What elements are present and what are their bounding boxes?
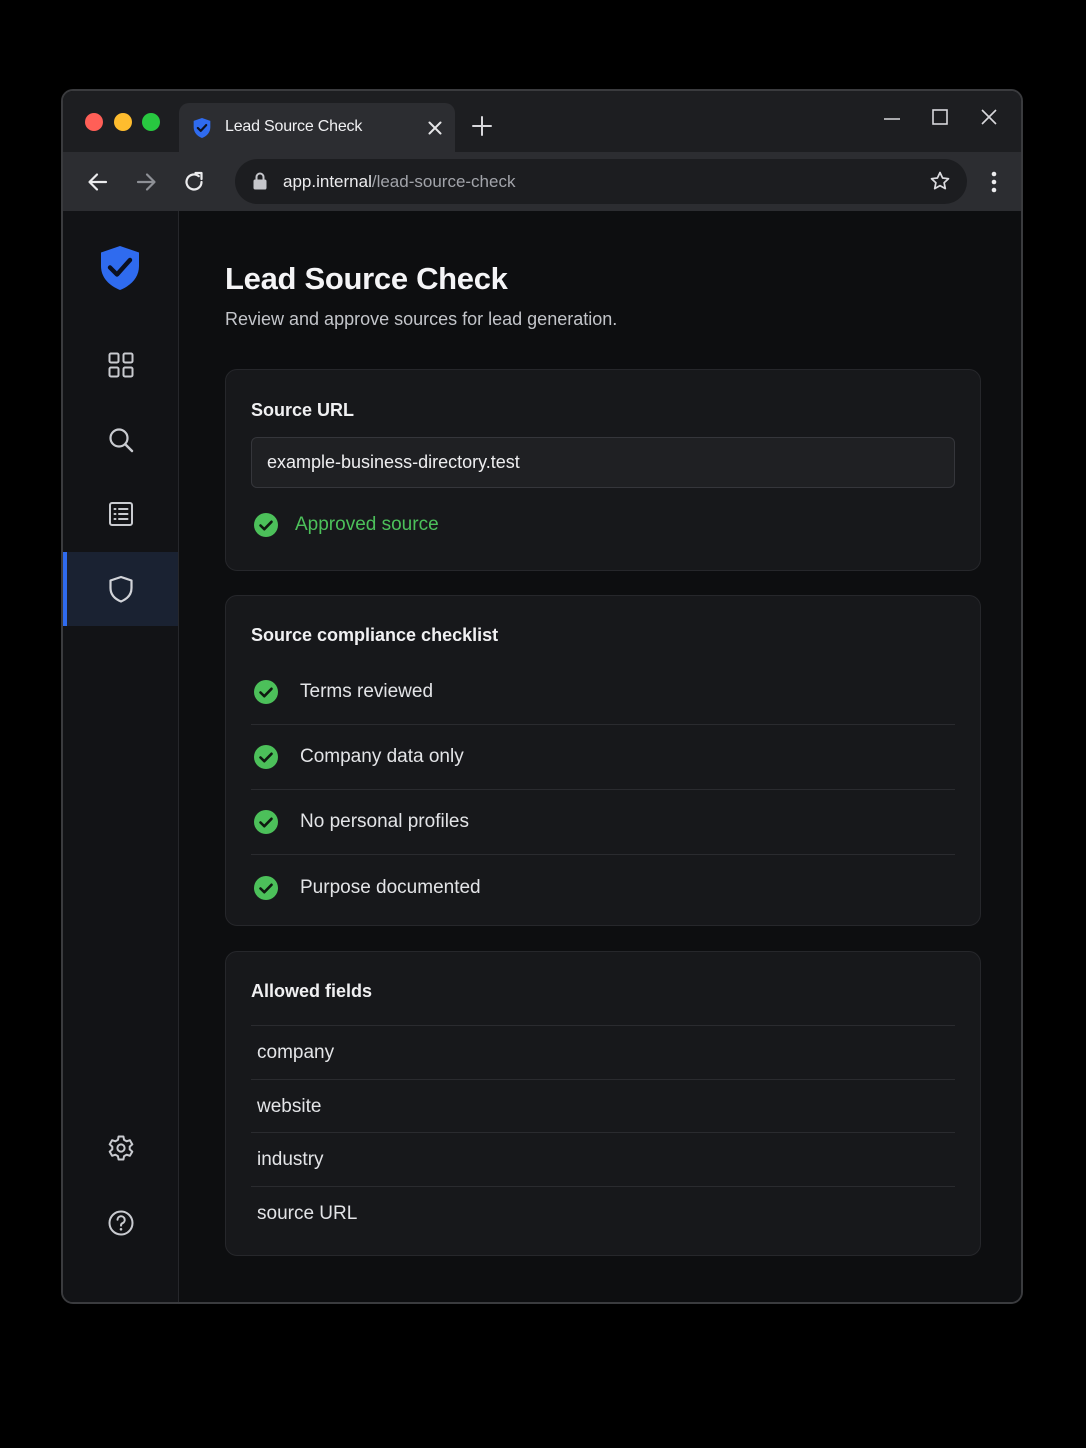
sidebar [63, 211, 179, 1302]
page-title: Lead Source Check [225, 261, 508, 296]
checklist-item[interactable]: Purpose documented [251, 855, 955, 920]
check-circle-icon [254, 680, 278, 704]
dashboard-grid-icon [108, 352, 133, 378]
maximize-icon[interactable] [930, 107, 950, 127]
tab-strip: Lead Source Check [63, 91, 1021, 153]
shield-check-favicon-icon [193, 118, 211, 138]
close-window-icon[interactable] [979, 107, 999, 127]
list-icon [108, 502, 133, 526]
help-icon [108, 1210, 133, 1236]
tab-title: Lead Source Check [225, 118, 363, 135]
check-circle-icon [254, 875, 278, 900]
approval-status: Approved source [253, 512, 439, 538]
checklist-item-label: Purpose documented [300, 876, 481, 898]
forward-arrow-icon[interactable] [133, 169, 159, 195]
sidebar-item-compliance[interactable] [63, 552, 178, 626]
allowed-fields-card: Allowed fields company website industry … [225, 951, 981, 1256]
sidebar-item-search[interactable] [63, 403, 178, 477]
page-subtitle: Review and approve sources for lead gene… [225, 309, 618, 329]
checklist-title: Source compliance checklist [251, 625, 499, 645]
checklist-item[interactable]: No personal profiles [251, 790, 955, 855]
source-url-title: Source URL [251, 400, 355, 420]
close-tab-icon[interactable] [425, 118, 445, 138]
url-host: app.internal [283, 172, 372, 191]
allowed-field-item: website [251, 1079, 955, 1133]
browser-window: Lead Source Check app.internal/lead-sour… [61, 89, 1023, 1304]
source-url-input[interactable]: example-business-directory.test [251, 437, 955, 488]
sidebar-item-dashboard[interactable] [63, 328, 178, 402]
sidebar-item-list[interactable] [63, 477, 178, 551]
checklist-item[interactable]: Terms reviewed [251, 660, 955, 725]
url-text: app.internal/lead-source-check [283, 172, 515, 192]
lock-icon [253, 172, 267, 190]
checklist-item[interactable]: Company data only [251, 725, 955, 790]
main-content: Lead Source Check Review and approve sou… [180, 211, 1021, 1302]
search-icon [108, 428, 133, 453]
source-url-card: Source URL example-business-directory.te… [225, 369, 981, 571]
approval-status-text: Approved source [295, 514, 439, 535]
more-menu-icon[interactable] [981, 169, 1007, 195]
gear-icon [108, 1135, 133, 1161]
allowed-field-item: source URL [251, 1186, 955, 1240]
shield-check-logo-icon [101, 246, 139, 290]
address-bar[interactable]: app.internal/lead-source-check [235, 159, 967, 204]
reload-icon[interactable] [181, 169, 207, 195]
sidebar-item-help[interactable] [63, 1186, 178, 1260]
minimize-window-dot[interactable] [114, 113, 132, 131]
zoom-window-dot[interactable] [142, 113, 160, 131]
back-arrow-icon[interactable] [85, 169, 111, 195]
allowed-field-item: industry [251, 1132, 955, 1186]
browser-tab[interactable]: Lead Source Check [179, 103, 455, 153]
compliance-checklist-card: Source compliance checklist Terms review… [225, 595, 981, 926]
shield-icon [108, 575, 133, 603]
minimize-icon[interactable] [882, 107, 902, 127]
new-tab-icon[interactable] [471, 115, 493, 137]
bookmark-star-icon[interactable] [929, 170, 951, 192]
sidebar-item-settings[interactable] [63, 1111, 178, 1185]
checklist-item-label: Company data only [300, 746, 464, 767]
check-circle-icon [254, 810, 278, 834]
close-window-dot[interactable] [85, 113, 103, 131]
allowed-field-item: company [251, 1025, 955, 1079]
browser-toolbar: app.internal/lead-source-check [63, 152, 1021, 211]
checklist-item-label: No personal profiles [300, 811, 469, 832]
allowed-fields-title: Allowed fields [251, 981, 373, 1001]
check-circle-icon [254, 745, 278, 769]
url-path: /lead-source-check [371, 172, 516, 191]
checklist-item-label: Terms reviewed [300, 681, 434, 702]
check-circle-icon [254, 513, 278, 537]
